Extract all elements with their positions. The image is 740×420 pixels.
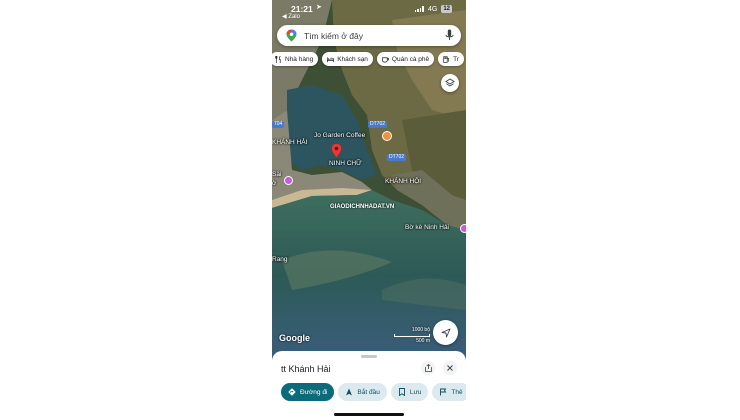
save-label: Lưu <box>409 388 422 396</box>
home-indicator[interactable] <box>334 413 404 416</box>
close-button[interactable] <box>443 361 457 375</box>
microphone-icon[interactable] <box>445 29 454 42</box>
map-label-khanh-hoi: KHÁNH HỘI <box>385 178 422 185</box>
scale-feet: 1000 bộ <box>411 327 430 333</box>
search-bar[interactable]: Tìm kiếm ở đây <box>277 25 461 46</box>
fork-knife-icon <box>275 55 281 63</box>
chip-label: Khách sạn <box>337 55 368 63</box>
back-to-app-link[interactable]: ◀ Zalo <box>282 13 300 20</box>
place-actions: Đường đi Bắt đầu Lưu Thê <box>281 383 466 401</box>
directions-label: Đường đi <box>300 388 328 396</box>
place-name: tt Khánh Hải <box>281 364 331 374</box>
status-bar: 21:21 ➤ ◀ Zalo 4G 12 <box>272 0 466 22</box>
chip-hotels[interactable]: Khách sạn <box>322 52 373 66</box>
chip-label: Tr <box>453 55 460 63</box>
bed-icon <box>327 56 335 62</box>
close-icon <box>447 365 453 371</box>
save-button[interactable]: Lưu <box>390 383 429 401</box>
location-pin-icon[interactable] <box>331 143 342 158</box>
chip-restaurants[interactable]: Nhà hàng <box>272 52 319 66</box>
map-label-sai: Sài <box>272 171 282 178</box>
map-label-khanh-hai: KHÁNH HẢI <box>272 139 308 146</box>
map-label-bo-ke-ninh-hai[interactable]: Bờ kè Ninh Hải <box>405 224 449 231</box>
location-arrow-icon: ➤ <box>316 4 322 11</box>
map-label-ninh-chu: NINH CHỮ <box>329 160 362 167</box>
navigation-arrow-icon <box>441 328 450 337</box>
map-label-partial: ờ <box>272 180 277 187</box>
search-input[interactable]: Tìm kiếm ở đây <box>304 31 363 41</box>
layers-icon <box>445 78 455 87</box>
place-marker-icon[interactable] <box>460 224 466 233</box>
phone-screen: 21:21 ➤ ◀ Zalo 4G 12 Tìm kiếm ở đây Nhà … <box>272 0 466 420</box>
coffee-cup-icon <box>382 56 389 62</box>
scale-meters: 500 m <box>416 338 430 344</box>
chip-label: Nhà hàng <box>285 55 314 63</box>
directions-icon <box>288 388 296 396</box>
network-type: 4G <box>427 5 438 13</box>
battery-indicator: 12 <box>441 5 452 13</box>
add-label-button[interactable]: Thê <box>432 383 466 401</box>
scale-bar <box>394 334 430 337</box>
watermark-text: GIAODICHNHADAT.VN <box>330 204 395 210</box>
chip-coffee[interactable]: Quán cà phê <box>376 52 435 66</box>
map-layers-button[interactable] <box>441 74 459 92</box>
google-attribution: Google <box>279 333 310 343</box>
gas-pump-icon <box>443 55 450 63</box>
add-label-text: Thê <box>451 388 463 396</box>
my-location-button[interactable] <box>433 320 458 345</box>
start-label: Bắt đầu <box>357 388 380 396</box>
place-marker-icon[interactable] <box>284 176 293 185</box>
map-label-jo-garden-coffee[interactable]: Jo Garden Coffee <box>314 132 365 139</box>
share-icon <box>424 364 432 372</box>
bookmark-icon <box>398 388 405 396</box>
map-label-rang: Rang <box>272 256 288 263</box>
road-label-704: 704 <box>272 121 285 128</box>
place-bottom-sheet[interactable]: tt Khánh Hải Đường đi Bắt đầu Lưu Thê <box>272 351 466 420</box>
sheet-drag-handle[interactable] <box>361 355 377 358</box>
flag-icon <box>440 388 447 396</box>
chip-label: Quán cà phê <box>391 55 430 63</box>
road-label-dt702-north: DT702 <box>368 121 388 128</box>
category-chips: Nhà hàng Khách sạn Quán cà phê Tr <box>272 52 465 66</box>
share-button[interactable] <box>421 361 435 375</box>
coffee-place-marker-icon[interactable] <box>382 131 392 141</box>
start-button[interactable]: Bắt đầu <box>338 383 387 401</box>
map-scale: 1000 bộ 500 m <box>394 327 430 344</box>
road-label-dt702-east: DT702 <box>387 154 407 161</box>
navigation-arrow-icon <box>346 388 353 396</box>
directions-button[interactable]: Đường đi <box>281 383 335 401</box>
signal-icon <box>414 6 424 12</box>
maps-logo-icon <box>286 29 297 42</box>
chip-gas[interactable]: Tr <box>438 52 465 66</box>
